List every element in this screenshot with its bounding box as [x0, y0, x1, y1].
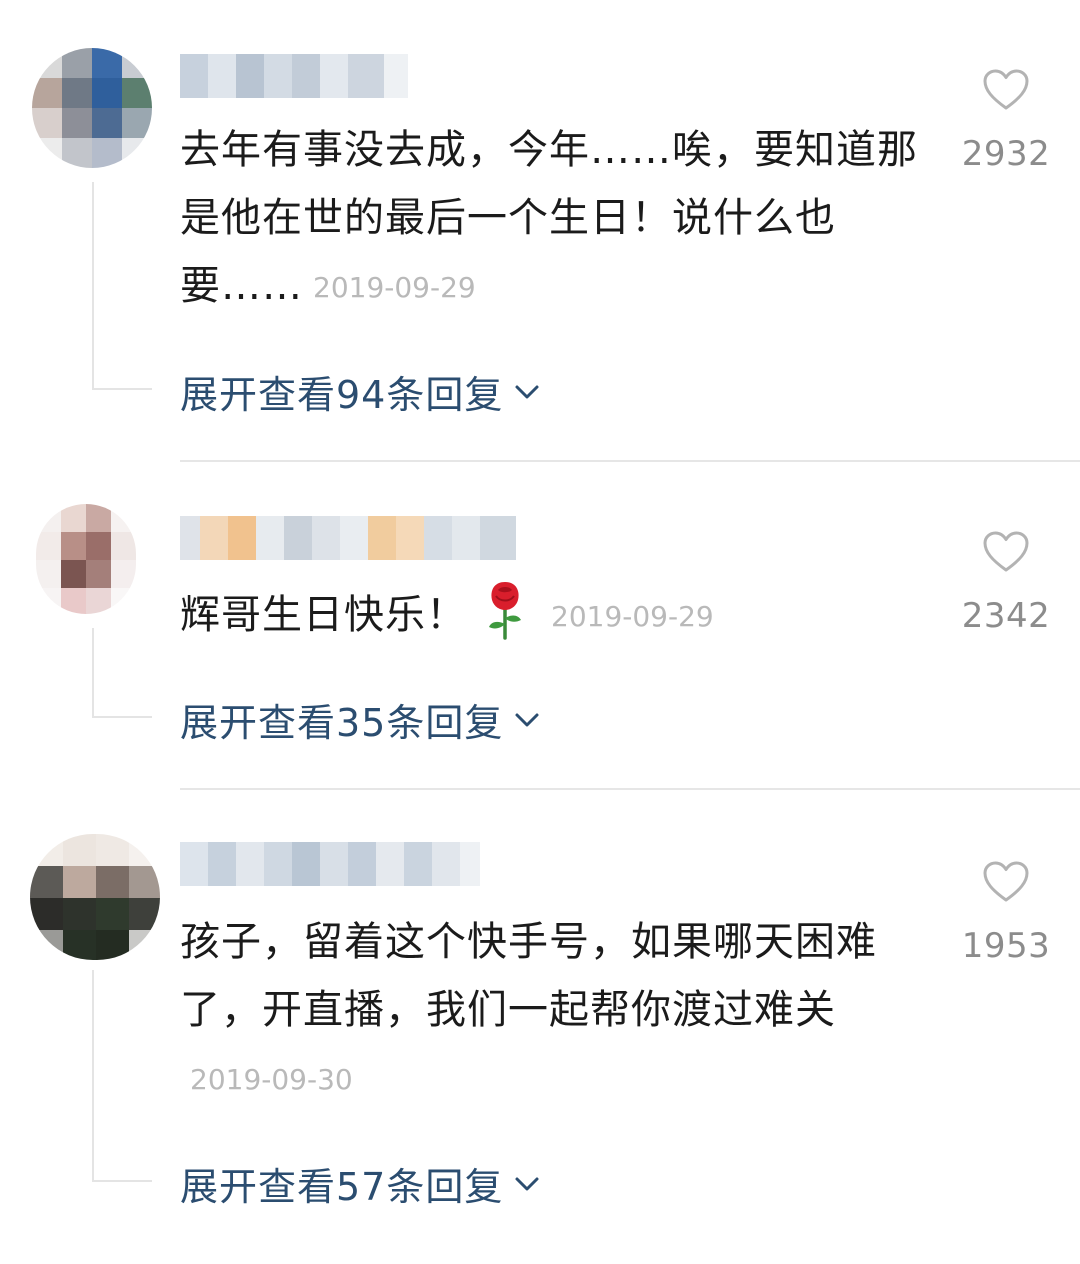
comment-body: 辉哥生日快乐！ — [180, 592, 467, 638]
avatar[interactable] — [32, 48, 152, 168]
expand-replies-button[interactable]: 展开查看94条回复 — [180, 364, 541, 419]
heart-outline-icon — [983, 861, 1029, 902]
rose-emoji-icon — [489, 582, 521, 640]
chevron-down-icon — [515, 1177, 539, 1190]
comment-body: 孩子，留着这个快手号，如果哪天困难了，开直播，我们一起帮你渡过难关 — [180, 919, 877, 1033]
chevron-down-icon — [515, 713, 539, 726]
timestamp: 2019-09-30 — [190, 1063, 353, 1096]
expand-replies-button[interactable]: 展开查看57条回复 — [180, 1156, 541, 1211]
timestamp: 2019-09-29 — [313, 271, 476, 304]
expand-replies-label: 展开查看35条回复 — [180, 701, 504, 745]
username[interactable] — [180, 516, 516, 560]
timestamp: 2019-09-29 — [551, 600, 714, 633]
username[interactable] — [180, 54, 408, 98]
expand-replies-label: 展开查看94条回复 — [180, 373, 504, 417]
avatar[interactable] — [36, 504, 136, 614]
thread-line — [92, 182, 152, 390]
chevron-down-icon — [515, 385, 539, 398]
comment-list: 去年有事没去成，今年……唉，要知道那是他在世的最后一个生日！说什么也要…… 201… — [0, 0, 1080, 1264]
comment-body: 去年有事没去成，今年……唉，要知道那是他在世的最后一个生日！说什么也要…… — [180, 127, 918, 309]
comment-item: 孩子，留着这个快手号，如果哪天困难了，开直播，我们一起帮你渡过难关 2019-09… — [0, 790, 1080, 1264]
thread-line — [92, 628, 152, 718]
like-count: 1953 — [961, 926, 1051, 966]
thread-line — [92, 970, 152, 1182]
expand-replies-button[interactable]: 展开查看35条回复 — [180, 692, 541, 747]
like-button[interactable]: 2932 — [955, 68, 1057, 174]
comment-item: 去年有事没去成，今年……唉，要知道那是他在世的最后一个生日！说什么也要…… 201… — [0, 0, 1080, 460]
heart-outline-icon — [983, 69, 1029, 110]
avatar[interactable] — [30, 834, 160, 960]
comment-text: 孩子，留着这个快手号，如果哪天困难了，开直播，我们一起帮你渡过难关 2019-09… — [180, 908, 925, 1114]
like-count: 2932 — [961, 134, 1051, 174]
expand-replies-label: 展开查看57条回复 — [180, 1165, 504, 1209]
like-count: 2342 — [961, 596, 1051, 636]
like-button[interactable]: 2342 — [955, 530, 1057, 636]
like-button[interactable]: 1953 — [955, 860, 1057, 966]
comment-text: 去年有事没去成，今年……唉，要知道那是他在世的最后一个生日！说什么也要…… 201… — [180, 116, 925, 322]
username[interactable] — [180, 842, 480, 886]
comment-text: 辉哥生日快乐！ 2019-09-29 — [180, 580, 925, 651]
heart-outline-icon — [983, 531, 1029, 572]
comment-item: 辉哥生日快乐！ 2019-09-29 2342 展开查看35条回复 — [0, 462, 1080, 788]
